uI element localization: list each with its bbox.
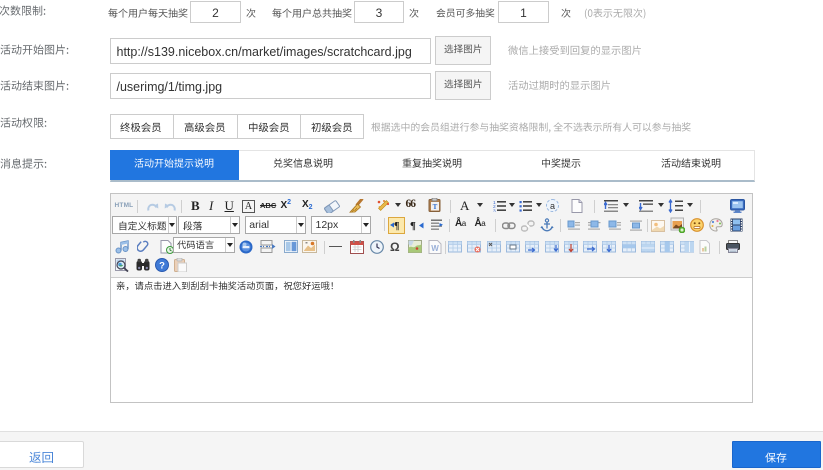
svg-text:W: W [431,244,439,253]
svg-text:¶: ¶ [410,220,416,232]
svg-text:?: ? [159,260,165,271]
svg-text:¶: ¶ [394,221,399,231]
svg-text:3: 3 [493,208,496,212]
svg-text:T: T [433,203,438,211]
